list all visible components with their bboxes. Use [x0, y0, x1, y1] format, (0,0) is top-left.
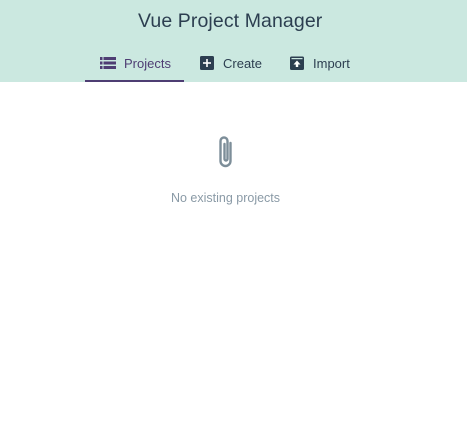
tab-import-label: Import: [313, 55, 350, 71]
tab-projects-label: Projects: [124, 55, 171, 71]
app-header: Vue Project Manager Projects Create Impo…: [0, 0, 467, 82]
tab-projects[interactable]: Projects: [85, 44, 184, 82]
list-icon: [99, 54, 117, 72]
add-box-icon: [198, 54, 216, 72]
tab-import[interactable]: Import: [288, 44, 360, 82]
tab-create[interactable]: Create: [198, 44, 274, 82]
unarchive-icon: [288, 54, 306, 72]
tab-create-label: Create: [223, 55, 263, 71]
empty-state-message: No existing projects: [170, 191, 281, 205]
app-title: Vue Project Manager: [138, 10, 323, 32]
paperclip-icon: [212, 133, 239, 171]
